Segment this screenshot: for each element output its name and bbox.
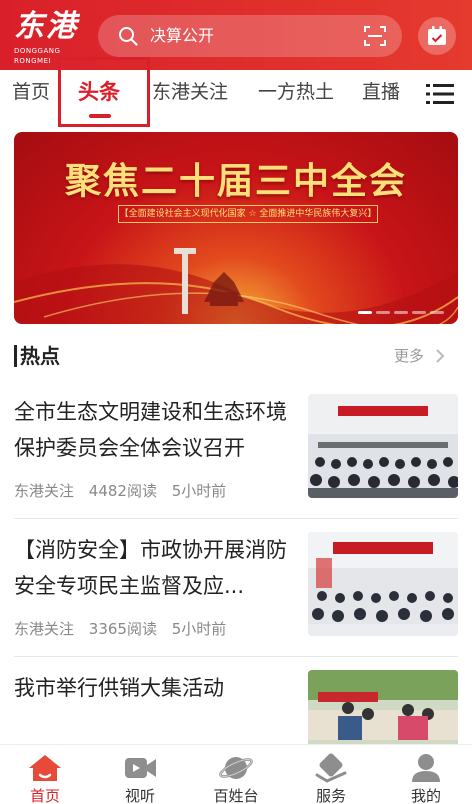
banner-title: 聚焦二十届三中全会 [64,161,407,202]
nav-profile[interactable]: 我的 [391,745,461,804]
nav-label: 百姓台 [213,787,259,804]
news-title: 【消防安全】市政协开展消防安全专项民主监督及应... [14,538,287,598]
calendar-button[interactable] [418,17,456,55]
video-icon [125,758,156,778]
search-placeholder: 决算公开 [150,26,215,45]
app-logo[interactable]: 东港 DONGGANG RONGMEI [14,9,86,66]
news-title: 全市生态文明建设和生态环境保护委员会全体会议召开 [14,400,287,460]
tab-home[interactable]: 首页 [12,70,50,126]
nav-community[interactable]: 百姓台 [201,745,271,804]
channel-menu-icon[interactable] [426,82,454,106]
user-icon [412,754,440,782]
section-title: 热点 [20,344,60,368]
news-item[interactable]: 【消防安全】市政协开展消防安全专项民主监督及应... 东港关注 3365阅读 5… [14,532,458,642]
news-meta: 东港关注 4482阅读 5小时前 [14,480,236,501]
nav-label: 服务 [315,787,346,804]
tab-local-land[interactable]: 一方热土 [258,70,334,126]
service-icon [315,753,347,783]
nav-video[interactable]: 视听 [105,745,175,804]
search-bar[interactable]: 决算公开 [98,15,402,57]
news-time: 5小时前 [171,620,227,638]
tab-donggang-focus[interactable]: 东港关注 [152,70,228,126]
calendar-icon [428,26,446,45]
scan-icon[interactable] [364,25,386,47]
section-marker [14,345,17,367]
active-tab-underline [89,114,111,118]
news-thumbnail [308,670,458,744]
news-time: 5小时前 [171,482,227,500]
home-icon [29,755,61,781]
nav-label: 视听 [124,787,155,804]
chevron-right-icon[interactable] [434,347,446,365]
news-thumbnail [308,532,458,636]
banner-carousel[interactable]: 聚焦二十届三中全会 【全面建设社会主义现代化国家 ☆ 全面推进中华民族伟大复兴】 [14,132,458,324]
banner-subtitle: 【全面建设社会主义现代化国家 ☆ 全面推进中华民族伟大复兴】 [118,205,378,223]
more-link[interactable]: 更多 [394,346,424,366]
bottom-navigation: 首页 视听 百姓台 服务 我的 [0,744,472,804]
news-reads: 3365阅读 [88,620,157,638]
planet-icon [219,757,253,779]
news-thumbnail [308,394,458,498]
news-source: 东港关注 [14,482,75,500]
nav-label: 我的 [410,787,441,804]
news-reads: 4482阅读 [88,482,157,500]
news-meta: 东港关注 3365阅读 5小时前 [14,618,236,639]
news-item[interactable]: 全市生态文明建设和生态环境保护委员会全体会议召开 东港关注 4482阅读 5小时… [14,394,458,504]
nav-home[interactable]: 首页 [10,745,80,804]
search-icon [119,27,138,46]
divider [14,518,458,519]
news-source: 东港关注 [14,620,75,638]
nav-label: 首页 [29,787,60,804]
news-title: 我市举行供销大集活动 [14,676,224,700]
news-item[interactable]: 我市举行供销大集活动 [14,670,458,744]
nav-service[interactable]: 服务 [296,745,366,804]
tab-live[interactable]: 直播 [362,70,400,126]
divider [14,656,458,657]
carousel-indicator [358,311,444,314]
logo-text: 东港 [14,9,78,44]
